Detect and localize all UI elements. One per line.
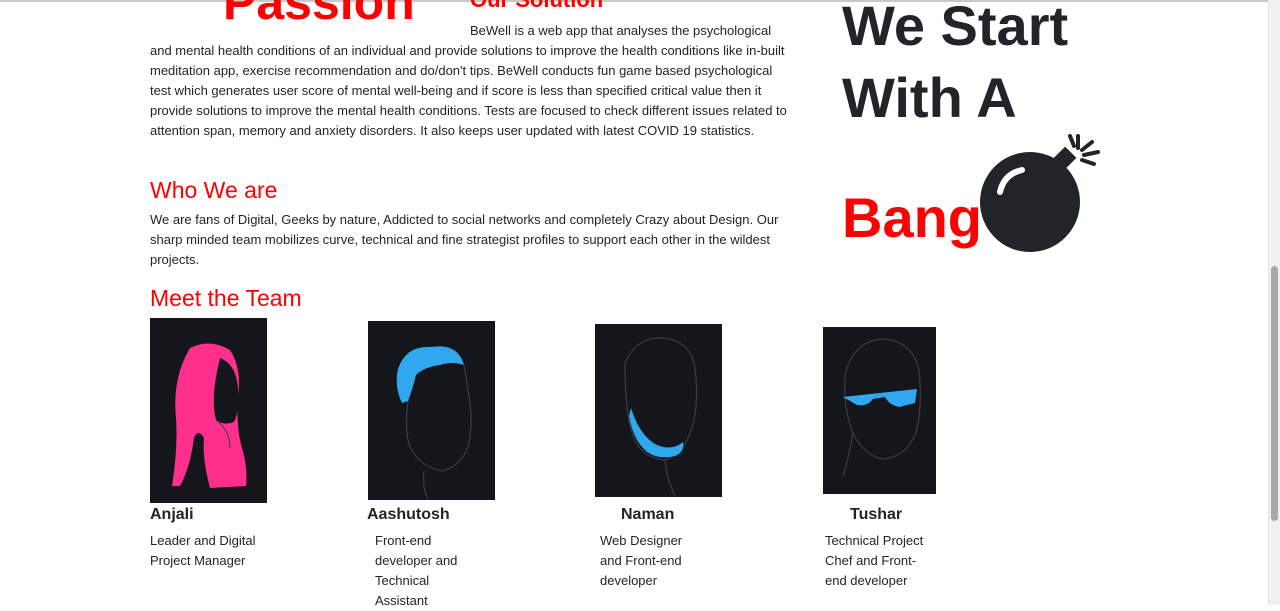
member-role: Front-end developer and Technical Assist…	[375, 533, 458, 608]
member-name: Tushar	[850, 506, 903, 523]
solution-heading: Our Solution	[470, 0, 603, 13]
solution-text-rest: and mental health conditions of an indiv…	[150, 43, 787, 138]
avatar-aashutosh	[368, 321, 495, 500]
avatar-naman	[595, 324, 722, 497]
scrollbar-thumb[interactable]	[1271, 266, 1278, 521]
hero-line-2: With A	[842, 66, 1017, 129]
page-scrollbar[interactable]	[1268, 0, 1280, 605]
solution-text-first: BeWell is a web app that analyses the ps…	[470, 23, 772, 38]
member-role: Technical Project Chef and Front-end dev…	[825, 533, 924, 588]
meet-team-heading: Meet the Team	[150, 285, 302, 311]
who-we-are-heading: Who We are	[150, 177, 278, 203]
avatar-tushar	[823, 327, 936, 494]
hero-bang: Bang	[842, 186, 982, 249]
member-name: Naman	[621, 506, 675, 523]
top-border	[0, 0, 1280, 2]
bomb-icon	[980, 134, 1100, 252]
avatar-anjali	[150, 318, 267, 503]
member-name: Anjali	[150, 506, 194, 523]
member-role: Web Designer and Front-end developer	[600, 533, 683, 588]
solution-paragraph: BeWell is a web app that analyses the ps…	[150, 21, 793, 141]
member-name: Aashutosh	[367, 506, 450, 523]
who-we-are-text: We are fans of Digital, Geeks by nature,…	[150, 212, 779, 267]
hero-line-1: We Start	[842, 0, 1069, 57]
member-role: Leader and Digital Project Manager	[150, 533, 256, 568]
